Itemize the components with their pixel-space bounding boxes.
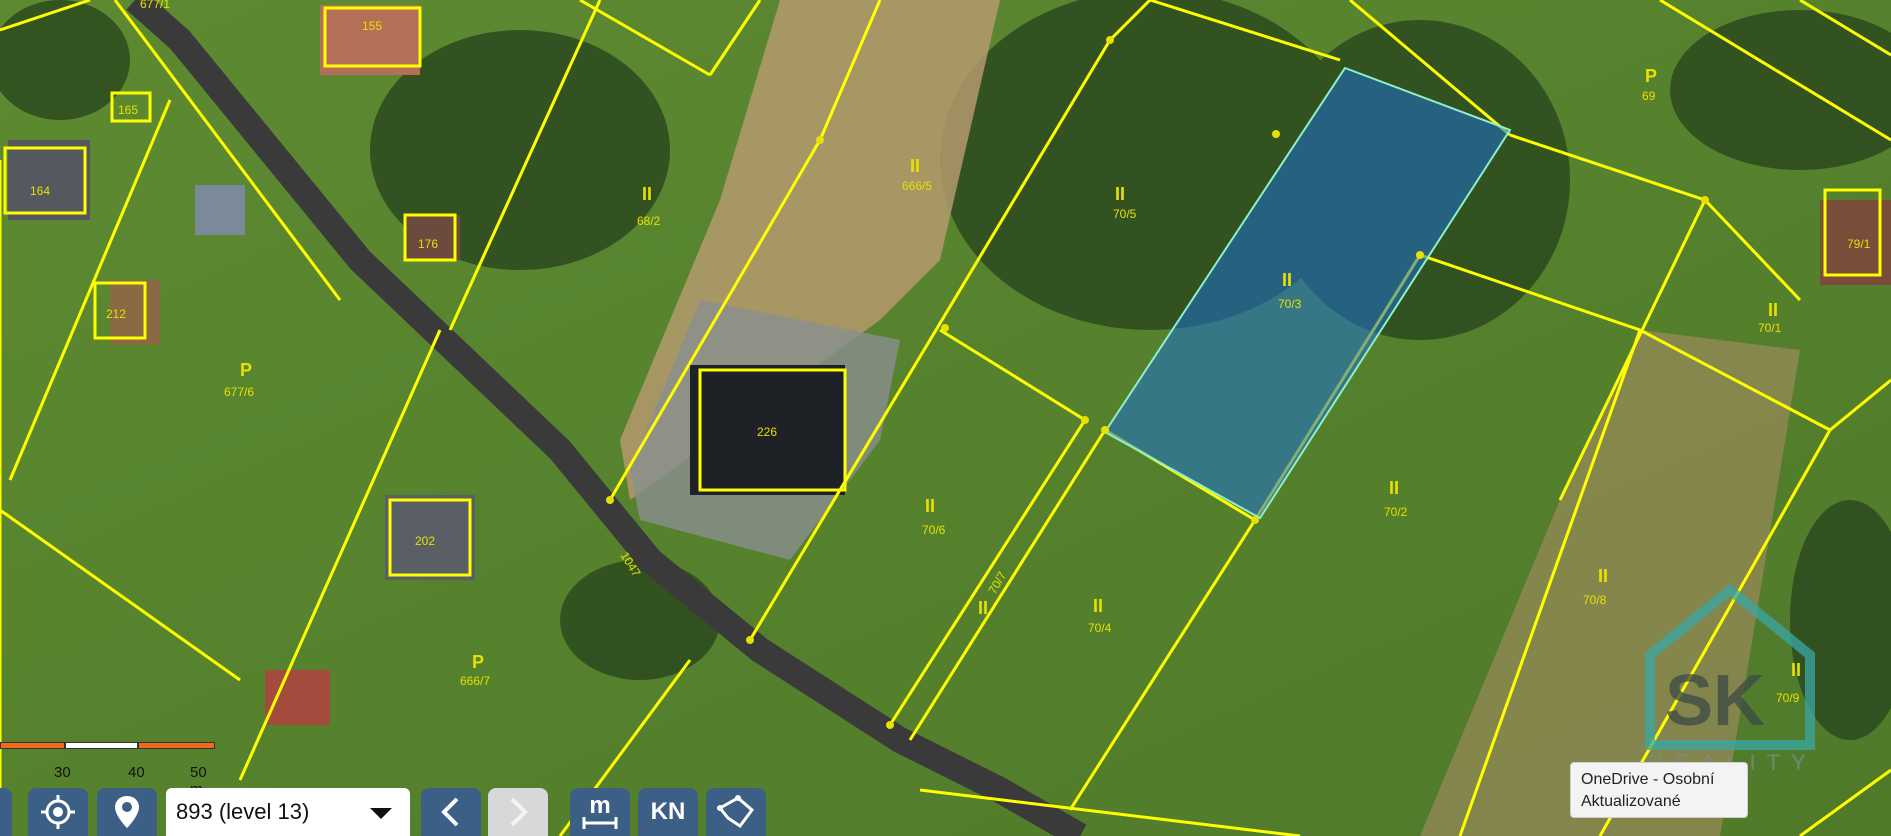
parcel-label: 70/6 xyxy=(922,523,946,537)
meadow-symbol: II xyxy=(1598,566,1608,586)
parcel-label: 176 xyxy=(418,237,438,251)
scale-bar: 30 40 50 m xyxy=(0,742,215,798)
parcel-label: 70/8 xyxy=(1583,593,1607,607)
measure-label: m xyxy=(589,792,611,819)
pin-button[interactable] xyxy=(97,788,157,836)
parcel-label: 666/7 xyxy=(460,674,490,688)
parcel-label: 677/6 xyxy=(224,385,254,399)
cadastral-map[interactable]: 155 165 164 176 677/1 212 677/6 202 666/… xyxy=(0,0,1891,836)
shape-icon xyxy=(717,795,755,829)
parcel-label: 70/4 xyxy=(1088,621,1112,635)
parcel-label: 70/5 xyxy=(1113,207,1137,221)
pin-icon xyxy=(115,796,139,828)
locate-button[interactable] xyxy=(28,788,88,836)
toast-status: Aktualizované xyxy=(1581,793,1681,810)
scale-label: 30 xyxy=(54,764,71,781)
parcel-label: 79/1 xyxy=(1847,237,1871,251)
parcel-label: 666/5 xyxy=(902,179,932,193)
chevron-right-icon xyxy=(510,797,528,827)
level-select[interactable]: 893 (level 13) xyxy=(166,788,410,836)
map-toolbar: 893 (level 13) m KN xyxy=(0,788,780,836)
parcel-label: 212 xyxy=(106,307,126,321)
partial-button[interactable] xyxy=(0,788,12,836)
meadow-symbol: II xyxy=(978,598,988,618)
meadow-symbol: II xyxy=(1791,660,1801,680)
shape-button[interactable] xyxy=(706,788,766,836)
meadow-symbol: II xyxy=(910,156,920,176)
meadow-symbol: II xyxy=(1282,270,1292,290)
chevron-left-icon xyxy=(441,797,459,827)
parcel-label: 69 xyxy=(1642,89,1656,103)
parcel-label: 677/1 xyxy=(140,0,170,11)
parcel-label: 70/2 xyxy=(1384,505,1408,519)
parcel-label: 68/2 xyxy=(637,214,661,228)
parcel-label: 202 xyxy=(415,534,435,548)
chevron-down-icon xyxy=(370,808,392,819)
other-symbol: P xyxy=(472,652,484,672)
scale-segment xyxy=(138,742,215,749)
meadow-symbol: II xyxy=(1768,300,1778,320)
parcel-label: 70/1 xyxy=(1758,321,1782,335)
kn-button[interactable]: KN xyxy=(638,788,698,836)
scale-segment xyxy=(65,742,138,749)
toast-title: OneDrive - Osobní xyxy=(1581,771,1715,788)
measure-button[interactable]: m xyxy=(570,788,630,836)
parcel-label: 70/9 xyxy=(1776,691,1800,705)
parcel-label: 70/3 xyxy=(1278,297,1302,311)
kn-label: KN xyxy=(650,798,686,825)
meadow-symbol: II xyxy=(642,184,652,204)
meadow-symbol: II xyxy=(1389,478,1399,498)
onedrive-toast[interactable]: OneDrive - Osobní Aktualizované xyxy=(1570,762,1748,818)
previous-button[interactable] xyxy=(421,788,481,836)
meadow-symbol: II xyxy=(1115,184,1125,204)
next-button[interactable] xyxy=(488,788,548,836)
other-symbol: P xyxy=(1645,66,1657,86)
parcel-label: 165 xyxy=(118,103,138,117)
level-select-value: 893 (level 13) xyxy=(176,799,310,824)
parcel-label: 226 xyxy=(757,425,777,439)
logo-text: SK xyxy=(1665,661,1765,741)
other-symbol: P xyxy=(240,360,252,380)
locate-icon xyxy=(41,795,75,829)
scale-label: 40 xyxy=(128,764,145,781)
meadow-symbol: II xyxy=(925,496,935,516)
parcel-label: 164 xyxy=(30,184,50,198)
parcel-label: 155 xyxy=(362,19,382,33)
measure-icon xyxy=(582,817,618,829)
meadow-symbol: II xyxy=(1093,596,1103,616)
scale-segment xyxy=(0,742,65,749)
